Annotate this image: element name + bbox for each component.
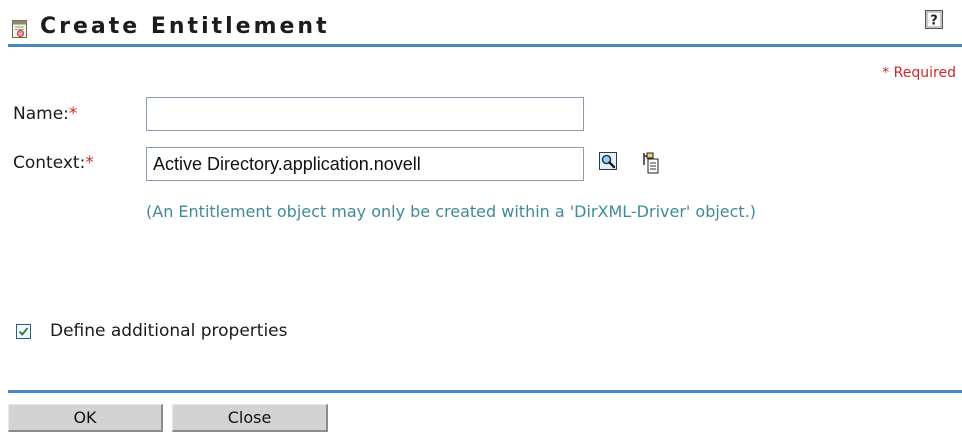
- name-label: Name:*: [13, 104, 77, 124]
- name-field[interactable]: [146, 97, 584, 131]
- svg-text:?: ?: [930, 14, 938, 29]
- magnifier-icon[interactable]: [599, 152, 617, 170]
- context-label-text: Context:: [13, 153, 86, 173]
- context-hint: (An Entitlement object may only be creat…: [146, 202, 757, 221]
- context-field[interactable]: [146, 147, 584, 181]
- object-browser-icon[interactable]: [641, 152, 659, 174]
- name-label-text: Name:: [13, 104, 69, 124]
- checkmark-icon: [18, 327, 29, 336]
- close-button[interactable]: Close: [172, 404, 328, 432]
- page-header: Create Entitlement ?: [0, 0, 962, 48]
- help-icon[interactable]: ?: [925, 10, 943, 29]
- page-title: Create Entitlement: [40, 14, 330, 39]
- context-label: Context:*: [13, 153, 94, 173]
- context-required-mark: *: [85, 153, 94, 173]
- footer-divider: [8, 390, 962, 393]
- ok-button[interactable]: OK: [8, 404, 163, 432]
- header-divider: [8, 44, 962, 47]
- define-additional-properties-checkbox[interactable]: [16, 324, 31, 339]
- name-required-mark: *: [68, 104, 78, 124]
- entitlement-icon: [12, 20, 27, 38]
- define-additional-properties-label[interactable]: Define additional properties: [50, 321, 287, 341]
- required-note: * Required: [882, 65, 956, 81]
